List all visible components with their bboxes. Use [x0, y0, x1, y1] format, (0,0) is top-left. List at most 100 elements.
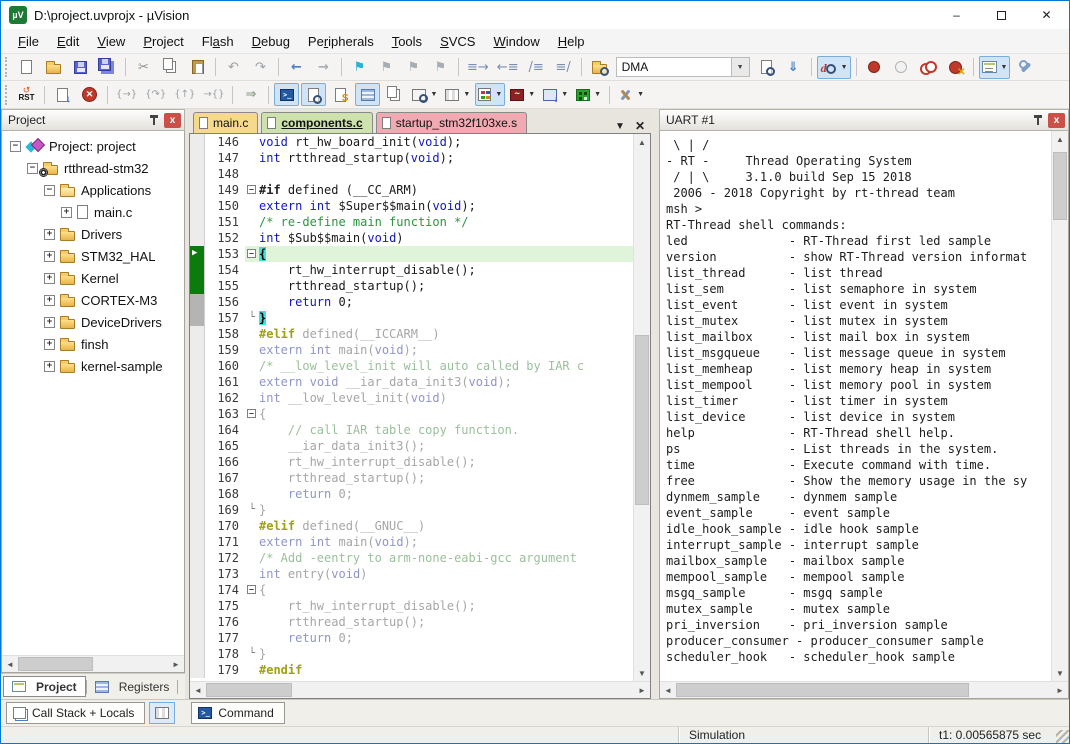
find-in-files-button[interactable]	[587, 56, 612, 79]
copy-button[interactable]	[158, 56, 183, 79]
memory-window-button[interactable]: ▼	[442, 83, 473, 106]
fold-collapse-icon[interactable]: −	[245, 406, 259, 422]
project-hscrollbar[interactable]: ◄ ►	[2, 655, 184, 672]
expand-icon[interactable]: +	[44, 361, 55, 372]
dropdown-caret-icon[interactable]: ▼	[594, 91, 601, 98]
search-combo-value[interactable]: DMA	[616, 57, 732, 77]
expand-icon[interactable]: +	[44, 295, 55, 306]
run-to-cursor-button[interactable]: →{}	[200, 83, 227, 106]
menu-file[interactable]: File	[9, 31, 48, 52]
navigate-forward-button[interactable]: →	[311, 56, 336, 79]
menu-debug[interactable]: Debug	[243, 31, 299, 52]
tree-item-stm32-hal[interactable]: +STM32_HAL	[2, 245, 184, 267]
menu-help[interactable]: Help	[549, 31, 594, 52]
tree-item-applications[interactable]: −Applications	[2, 179, 184, 201]
cut-button[interactable]: ✂	[131, 56, 156, 79]
scroll-right-icon[interactable]: ►	[634, 682, 650, 698]
undo-button[interactable]: ↶	[221, 56, 246, 79]
collapse-icon[interactable]: −	[44, 185, 55, 196]
expand-icon[interactable]: +	[61, 207, 72, 218]
debug-find-button[interactable]: d▼	[817, 56, 851, 79]
next-bookmark-button[interactable]: ⚑	[401, 56, 426, 79]
command-window-button[interactable]	[274, 83, 299, 106]
indent-button[interactable]: ≡→	[464, 56, 492, 79]
scroll-right-icon[interactable]: ►	[1052, 682, 1068, 698]
side-tab-project[interactable]: Project	[3, 676, 86, 697]
expand-icon[interactable]: +	[44, 339, 55, 350]
unindent-button[interactable]: ←≡	[494, 56, 522, 79]
dropdown-caret-icon[interactable]: ▼	[463, 91, 470, 98]
scroll-left-icon[interactable]: ◄	[190, 682, 206, 698]
show-next-statement-button[interactable]: ⇒	[238, 83, 263, 106]
scroll-down-icon[interactable]: ▼	[1052, 665, 1068, 681]
editor-tab-main-c[interactable]: main.c	[193, 112, 258, 133]
memory-window-button[interactable]	[149, 702, 175, 724]
scroll-down-icon[interactable]: ▼	[634, 665, 650, 681]
expand-icon[interactable]: +	[44, 251, 55, 262]
menu-peripherals[interactable]: Peripherals	[299, 31, 383, 52]
editor-tab-startup-stm32f103xe-s[interactable]: startup_stm32f103xe.s	[376, 112, 527, 133]
dropdown-caret-icon[interactable]: ▼	[430, 91, 437, 98]
open-file-button[interactable]	[41, 56, 66, 79]
dropdown-caret-icon[interactable]: ▼	[561, 91, 568, 98]
window-layout-button[interactable]: ▼	[979, 56, 1011, 79]
maximize-button[interactable]	[979, 1, 1024, 29]
scroll-up-icon[interactable]: ▲	[634, 134, 650, 150]
disable-all-breakpoints-button[interactable]	[916, 56, 941, 79]
uart-hscrollbar[interactable]: ◄ ►	[660, 681, 1068, 698]
redo-button[interactable]: ↷	[248, 56, 273, 79]
logic-analyzer-button[interactable]: ▼	[507, 83, 538, 106]
tree-item-cortex-m3[interactable]: +CORTEX-M3	[2, 289, 184, 311]
collapse-icon[interactable]: −	[27, 163, 38, 174]
expand-icon[interactable]: +	[44, 273, 55, 284]
dropdown-caret-icon[interactable]: ▼	[528, 91, 535, 98]
dropdown-caret-icon[interactable]: ▼	[841, 64, 848, 71]
editor-tab-components-c[interactable]: components.c	[261, 112, 372, 133]
pin-icon[interactable]	[148, 114, 160, 126]
menu-project[interactable]: Project	[134, 31, 192, 52]
save-button[interactable]	[68, 56, 93, 79]
navigate-back-button[interactable]: ←	[284, 56, 309, 79]
disassembly-window-button[interactable]	[301, 83, 326, 106]
resize-grip[interactable]	[1056, 730, 1069, 743]
close-file-icon[interactable]: ✕	[635, 119, 645, 133]
watch-window-button[interactable]: ▼	[409, 83, 440, 106]
scroll-left-icon[interactable]: ◄	[2, 656, 18, 672]
save-all-button[interactable]	[95, 56, 120, 79]
system-viewer-button[interactable]: ▼	[540, 83, 571, 106]
call-stack-window-button[interactable]	[382, 83, 407, 106]
tree-item-kernel[interactable]: +Kernel	[2, 267, 184, 289]
comment-button[interactable]: /≡	[524, 56, 549, 79]
insert-bookmark-button[interactable]: ⚑	[347, 56, 372, 79]
incremental-find-button[interactable]: ⇓	[781, 56, 806, 79]
uart-panel-close-icon[interactable]: x	[1048, 113, 1065, 128]
enable-breakpoint-button[interactable]	[889, 56, 914, 79]
side-tab-registers[interactable]: Registers	[87, 676, 178, 697]
tree-item-finsh[interactable]: +finsh	[2, 333, 184, 355]
dropdown-caret-icon[interactable]: ▼	[495, 91, 502, 98]
close-button[interactable]: ✕	[1024, 1, 1069, 29]
search-combo-dropdown-icon[interactable]: ▼	[732, 57, 750, 77]
uncomment-button[interactable]: ≡/	[551, 56, 576, 79]
kill-all-breakpoints-button[interactable]	[943, 56, 968, 79]
step-out-button[interactable]: {↑}	[171, 83, 198, 106]
step-into-button[interactable]: {→}	[113, 83, 140, 106]
toolbox-button[interactable]: ▼	[615, 83, 647, 106]
registers-window-button[interactable]	[355, 83, 380, 106]
menu-flash[interactable]: Flash	[193, 31, 243, 52]
stop-button[interactable]	[77, 83, 102, 106]
tree-item-kernel-sample[interactable]: +kernel-sample	[2, 355, 184, 377]
toolbar-grip[interactable]	[5, 57, 9, 77]
serial-window-button[interactable]: ▼	[475, 83, 505, 106]
menu-view[interactable]: View	[88, 31, 134, 52]
reset-button[interactable]: ↺RST	[14, 83, 39, 106]
toolbar-grip[interactable]	[5, 85, 9, 105]
run-button[interactable]	[50, 83, 75, 106]
menu-tools[interactable]: Tools	[383, 31, 431, 52]
scroll-up-icon[interactable]: ▲	[1052, 131, 1068, 147]
find-in-files-2-button[interactable]	[754, 56, 779, 79]
menu-edit[interactable]: Edit	[48, 31, 88, 52]
editor-vscrollbar[interactable]: ▲ ▼	[633, 134, 650, 681]
tree-item-devicedrivers[interactable]: +DeviceDrivers	[2, 311, 184, 333]
fold-collapse-icon[interactable]: −	[245, 582, 259, 598]
